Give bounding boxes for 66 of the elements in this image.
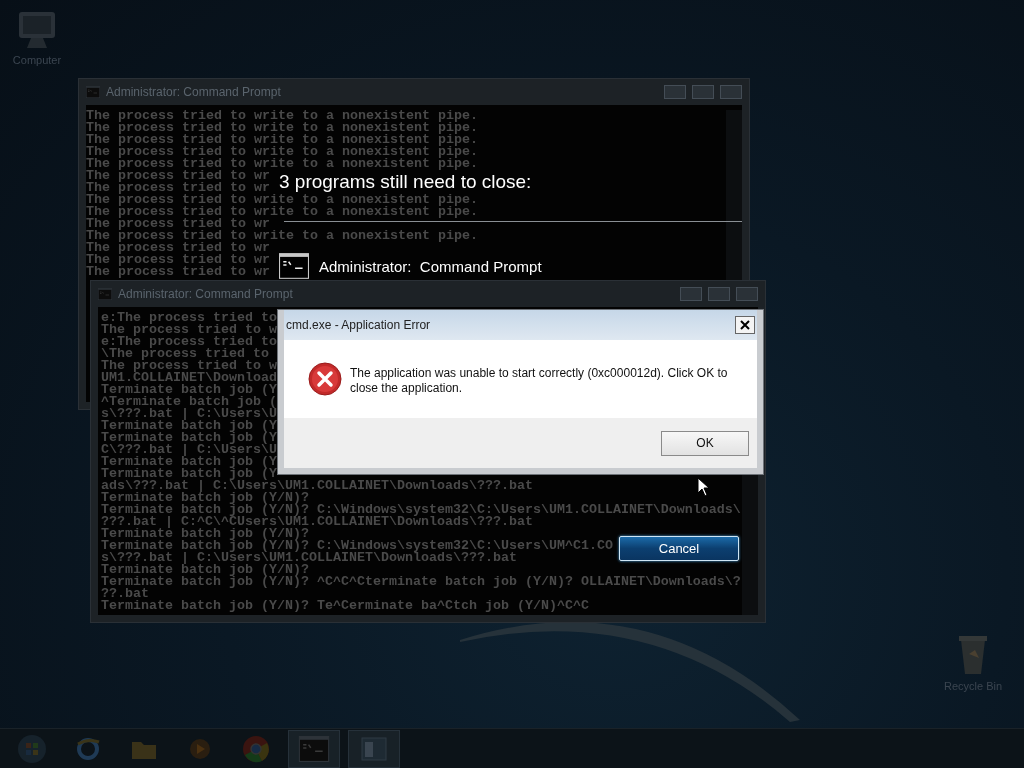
- console-line: Terminate batch job (Y/N)? C:\Windows\system32\C:\Users\UM^C1.CO: [101, 540, 613, 552]
- cancel-button[interactable]: Cancel: [619, 536, 739, 561]
- error-icon: [308, 362, 342, 396]
- console-line: e:The process tried to: [101, 312, 277, 324]
- console-line: \The process tried to: [101, 348, 269, 360]
- console-line: ??.bat: [101, 588, 149, 600]
- console-line: Terminate batch job (Y/N)? Te^Cerminate ba^Ctch job (Y/N)^C^C: [101, 600, 589, 612]
- console-line: s\???.bat | C:\Users\U: [101, 408, 277, 420]
- console-line: Terminate batch job (Y/N)?: [101, 492, 309, 504]
- console-line: Terminate batch job (Y: [101, 384, 277, 396]
- command-prompt-icon: [86, 86, 100, 98]
- start-orb-icon: [17, 733, 47, 764]
- console-line: The process tried to wr: [86, 218, 270, 230]
- minimize-button[interactable]: [680, 287, 702, 301]
- console-line: The process tried to write to a nonexistent pipe.: [86, 122, 478, 134]
- console-line: The process tried to wr: [86, 254, 270, 266]
- window-title: Administrator: Command Prompt: [118, 287, 294, 301]
- command-prompt-icon: [279, 253, 309, 279]
- cursor-icon: [697, 477, 711, 497]
- console-line: Terminate batch job (Y/N)? C:\Windows\system32\C:\Users\UM1.COLLAINET\Downloads\: [101, 504, 741, 516]
- console-line: The process tried to wr: [86, 182, 270, 194]
- taskbar-button[interactable]: [288, 729, 340, 768]
- console-line: UM1.COLLAINET\Download: [101, 372, 277, 384]
- command-prompt-icon: [298, 735, 330, 762]
- console-line: Terminate batch job (Y/N)?: [101, 564, 309, 576]
- console-line: Terminate batch job (Y: [101, 420, 277, 432]
- taskbar-button[interactable]: [348, 729, 400, 768]
- console-line: The process tried to write to a nonexistent pipe.: [86, 134, 478, 146]
- console-line: Terminate batch job (Y: [101, 432, 277, 444]
- console-line: Terminate batch job (Y: [101, 468, 277, 480]
- play-icon: [188, 736, 212, 761]
- console-line: ads\???.bat | C:\Users\UM1.COLLAINET\Downloads\???.bat: [101, 480, 533, 492]
- window-title: Administrator: Command Prompt: [106, 85, 282, 99]
- console-line: The process tried to write to a nonexistent pipe.: [86, 194, 478, 206]
- dialog-title: cmd.exe - Application Error: [286, 318, 431, 332]
- console-line: ???.bat | C:^C\^CUsers\UM1.COLLAINET\Downloads\???.bat: [101, 516, 533, 528]
- window-icon: [361, 736, 387, 761]
- console-line: Terminate batch job (Y: [101, 456, 277, 468]
- console-line: The process tried to wr: [86, 266, 270, 278]
- shutdown-heading: 3 programs still need to close:: [279, 171, 532, 193]
- console-line: The process tried to write to a nonexistent pipe.: [86, 158, 478, 170]
- console-line: The process tried to write to a nonexistent pipe.: [86, 230, 478, 242]
- close-button[interactable]: [735, 316, 755, 334]
- console-line: The process tried to write to a nonexistent pipe.: [86, 206, 478, 218]
- console-line: The process tried to w: [101, 360, 277, 372]
- console-line: The process tried to write to a nonexistent pipe.: [86, 146, 478, 158]
- chrome-icon: [242, 734, 270, 763]
- command-prompt-icon: [98, 288, 112, 300]
- console-line: Terminate batch job (Y/N)? ^C^C^Cterminate batch job (Y/N)? OLLAINET\Downloads\?: [101, 576, 741, 588]
- ok-button[interactable]: OK: [661, 430, 749, 456]
- browser-icon: [75, 735, 101, 762]
- console-line: ^Terminate batch job (: [101, 396, 277, 408]
- console-line: The process tried to write to a nonexistent pipe.: [86, 110, 478, 122]
- console-line: Terminate batch job (Y/N)?: [101, 528, 309, 540]
- console-line: s\???.bat | C:\Users\UM1.COLLAINET\Downloads\???.bat: [101, 552, 517, 564]
- maximize-button[interactable]: [692, 85, 714, 99]
- console-line: The process tried to w: [101, 324, 277, 336]
- console-line: e:The process tried to: [101, 336, 277, 348]
- error-message: The application was unable to start correctly (0xc000012d). Click OK to close the application.: [350, 365, 729, 396]
- minimize-button[interactable]: [664, 85, 686, 99]
- program-name: Administrator: Command Prompt: [319, 257, 542, 275]
- console-line: The process tried to wr: [86, 242, 270, 254]
- console-line: The process tried to wr: [86, 170, 270, 182]
- console-line: C\???.bat | C:\Users\U: [101, 444, 277, 456]
- close-icon: [740, 320, 750, 330]
- maximize-button[interactable]: [708, 287, 730, 301]
